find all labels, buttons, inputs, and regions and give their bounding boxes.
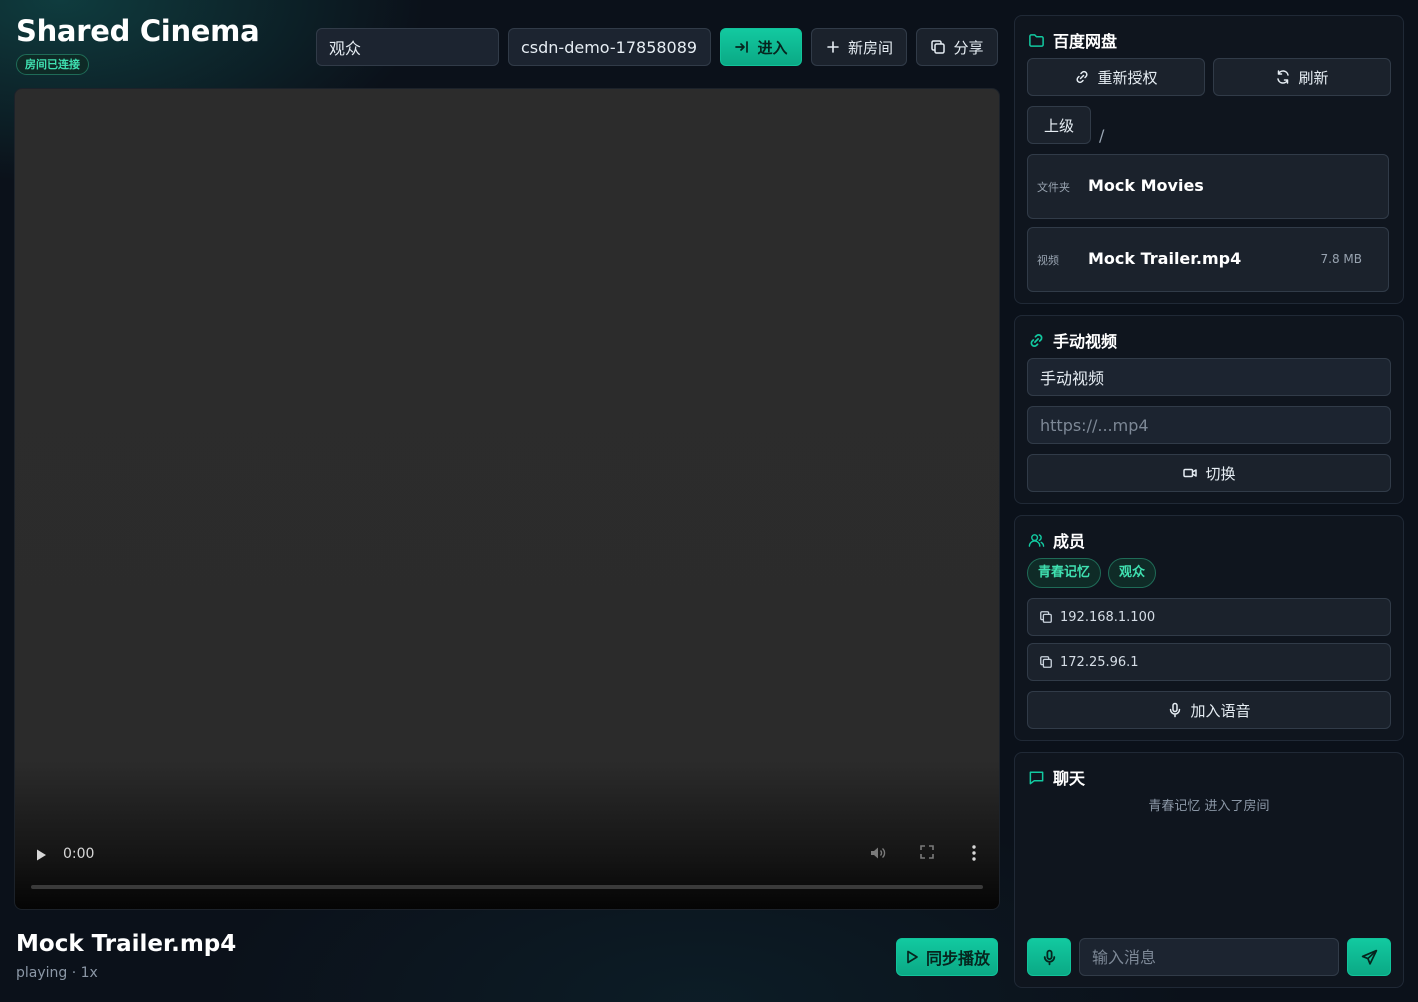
app-title: Shared Cinema xyxy=(16,14,260,48)
now-playing-title: Mock Trailer.mp4 xyxy=(16,931,237,957)
baidu-drive-panel: 百度网盘 重新授权 刷新 上级 / 文件夹 Mock Movies 视频 Moc… xyxy=(1014,15,1404,304)
microphone-icon xyxy=(1170,702,1181,718)
members-panel: 成员 青春记忆 观众 192.168.1.100 172.25.96.1 加入语… xyxy=(1014,515,1404,741)
members-heading: 成员 xyxy=(1028,528,1085,552)
share-label: 分享 xyxy=(953,38,984,57)
file-size: 7.8 MB xyxy=(1320,252,1362,266)
more-options-icon[interactable] xyxy=(969,843,979,863)
room-id-input[interactable] xyxy=(508,28,711,66)
file-kind: 视频 xyxy=(1037,254,1059,267)
copy-icon xyxy=(1040,656,1052,668)
chat-bubble-icon xyxy=(1029,771,1044,784)
nickname-input[interactable] xyxy=(316,28,499,66)
refresh-label: 刷新 xyxy=(1298,68,1329,87)
file-list-item[interactable]: 视频 Mock Trailer.mp4 7.8 MB xyxy=(1027,227,1389,292)
sync-play-label: 同步播放 xyxy=(925,949,990,968)
manual-video-title: 手动视频 xyxy=(1053,332,1118,351)
copy-icon xyxy=(1040,611,1052,623)
baidu-drive-heading: 百度网盘 xyxy=(1028,28,1117,52)
ip-address-row[interactable]: 172.25.96.1 xyxy=(1027,643,1391,681)
ip-address-row[interactable]: 192.168.1.100 xyxy=(1027,598,1391,636)
play-icon[interactable] xyxy=(33,847,49,863)
manual-video-panel: 手动视频 切换 xyxy=(1014,315,1404,504)
chat-panel: 聊天 青春记忆 进入了房间 xyxy=(1014,752,1404,988)
file-kind: 文件夹 xyxy=(1037,181,1070,194)
send-icon xyxy=(1361,949,1377,965)
chat-message-input[interactable] xyxy=(1079,938,1339,976)
volume-icon[interactable] xyxy=(869,844,887,862)
new-room-button[interactable]: 新房间 xyxy=(811,28,907,66)
refresh-icon xyxy=(1277,70,1290,84)
ip-address: 192.168.1.100 xyxy=(1060,609,1156,625)
switch-video-label: 切换 xyxy=(1205,464,1236,483)
send-message-button[interactable] xyxy=(1347,938,1391,976)
fullscreen-icon[interactable] xyxy=(919,844,935,860)
copy-icon xyxy=(931,40,946,54)
reauthorize-label: 重新授权 xyxy=(1097,68,1158,87)
file-name: Mock Movies xyxy=(1088,176,1204,195)
chat-system-message: 青春记忆 进入了房间 xyxy=(1148,799,1270,814)
parent-folder-label: 上级 xyxy=(1043,116,1074,135)
video-time: 0:00 xyxy=(63,846,95,862)
switch-video-button[interactable]: 切换 xyxy=(1027,454,1391,492)
join-voice-button[interactable]: 加入语音 xyxy=(1027,691,1391,729)
chat-heading: 聊天 xyxy=(1028,765,1085,789)
chat-title: 聊天 xyxy=(1053,769,1086,788)
member-chip: 观众 xyxy=(1108,558,1157,588)
enter-room-button[interactable]: 进入 xyxy=(720,28,802,66)
chat-voice-button[interactable] xyxy=(1027,938,1071,976)
video-controls: 0:00 xyxy=(15,829,999,909)
join-voice-label: 加入语音 xyxy=(1190,701,1251,720)
folder-icon xyxy=(1029,33,1044,47)
members-title: 成员 xyxy=(1053,532,1086,551)
video-url-input[interactable] xyxy=(1027,406,1391,444)
refresh-button[interactable]: 刷新 xyxy=(1213,58,1391,96)
new-room-label: 新房间 xyxy=(847,38,893,57)
sync-play-button[interactable]: 同步播放 xyxy=(896,938,998,976)
link-icon xyxy=(1030,333,1043,347)
link-icon xyxy=(1076,70,1089,84)
plus-icon xyxy=(827,41,839,53)
login-icon xyxy=(735,41,749,53)
video-camera-icon xyxy=(1183,468,1198,478)
parent-folder-button[interactable]: 上级 xyxy=(1027,106,1091,144)
member-chip: 青春记忆 xyxy=(1027,558,1102,588)
play-outline-icon xyxy=(907,950,918,964)
enter-room-label: 进入 xyxy=(757,38,788,57)
reauthorize-button[interactable]: 重新授权 xyxy=(1027,58,1205,96)
video-player[interactable]: 0:00 xyxy=(14,88,1000,910)
users-icon xyxy=(1028,533,1045,547)
share-button[interactable]: 分享 xyxy=(916,28,998,66)
baidu-drive-title: 百度网盘 xyxy=(1053,32,1118,51)
current-path: / xyxy=(1099,126,1105,145)
ip-address: 172.25.96.1 xyxy=(1060,654,1139,670)
playback-status: playing · 1x xyxy=(16,965,98,981)
microphone-icon xyxy=(1043,949,1055,965)
file-name: Mock Trailer.mp4 xyxy=(1088,249,1242,268)
video-progress-track[interactable] xyxy=(31,885,983,889)
manual-video-heading: 手动视频 xyxy=(1028,328,1117,352)
connection-status-badge: 房间已连接 xyxy=(16,54,89,75)
file-list-item[interactable]: 文件夹 Mock Movies xyxy=(1027,154,1389,219)
video-name-input[interactable] xyxy=(1027,358,1391,396)
